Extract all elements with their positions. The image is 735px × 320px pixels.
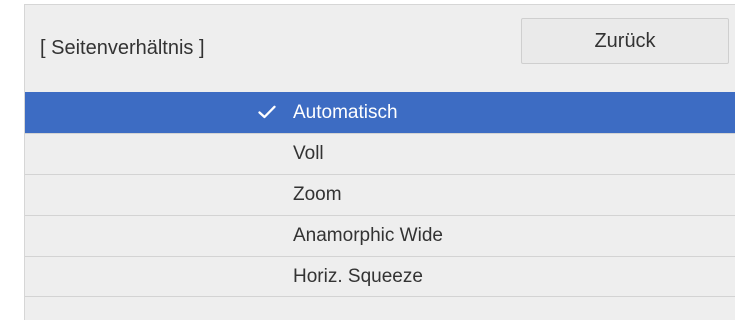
option-label: Horiz. Squeeze	[293, 266, 423, 287]
option-label: Anamorphic Wide	[293, 225, 443, 246]
option-anamorphic-wide[interactable]: Anamorphic Wide	[25, 215, 735, 256]
checkmark-icon	[258, 105, 276, 119]
option-label: Zoom	[293, 184, 342, 205]
option-label: Automatisch	[293, 102, 398, 123]
aspect-ratio-menu: [ Seitenverhältnis ] Zurück Automatisch …	[24, 4, 735, 320]
back-button[interactable]: Zurück	[521, 18, 729, 64]
option-voll[interactable]: Voll	[25, 133, 735, 174]
menu-title: [ Seitenverhältnis ]	[40, 37, 205, 59]
option-automatisch[interactable]: Automatisch	[25, 92, 735, 133]
option-label: Voll	[293, 143, 324, 164]
option-zoom[interactable]: Zoom	[25, 174, 735, 215]
menu-header: [ Seitenverhältnis ] Zurück	[25, 5, 735, 90]
aspect-ratio-option-list: Automatisch Voll Zoom Anamorphic Wide Ho…	[25, 92, 735, 297]
option-horiz-squeeze[interactable]: Horiz. Squeeze	[25, 256, 735, 297]
